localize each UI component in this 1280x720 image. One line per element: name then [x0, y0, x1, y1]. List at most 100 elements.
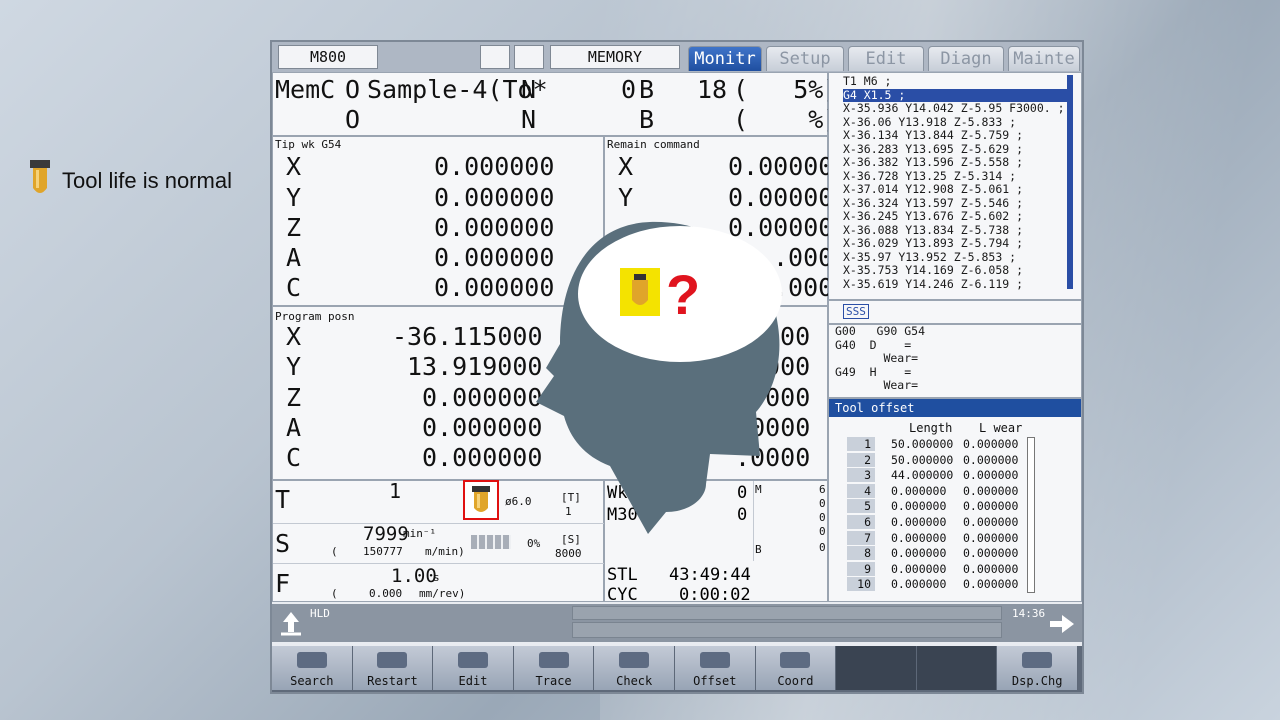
tab-monitor[interactable]: Monitr [688, 46, 762, 71]
nc-line[interactable]: X-36.029 Y13.893 Z-5.794 ; [843, 236, 1067, 251]
modal-panel: G00 G90 G54 G40 D = Wear= G49 H = Wear= [828, 324, 1082, 398]
tab-setup[interactable]: Setup [766, 46, 844, 71]
tab-mainte[interactable]: Mainte [1008, 46, 1080, 71]
nc-line[interactable]: X-36.382 Y13.596 Z-5.558 ; [843, 155, 1067, 170]
up-arrow-icon[interactable] [276, 608, 306, 638]
offset-row[interactable]: 7 0.000000 0.000000 [847, 530, 1023, 546]
program-axis-value: 0.000000 [422, 443, 543, 472]
nc-line[interactable]: X-36.088 Y13.834 Z-5.738 ; [843, 223, 1067, 238]
mem-label: MemC [275, 75, 336, 104]
offset-icon [699, 652, 730, 668]
thinking-head-overlay: ? [536, 221, 782, 534]
offset-wear: 0.000000 [963, 468, 1019, 483]
nc-line[interactable]: X-36.324 Y13.597 Z-5.546 ; [843, 196, 1067, 211]
remain-axis-label: X [618, 152, 634, 181]
pct-2: ( %) [733, 105, 839, 134]
spindle-unit: min⁻¹ [403, 527, 437, 540]
model-label: M800 [278, 45, 378, 69]
softkey-label: Edit [458, 674, 488, 688]
b-label-mid: B [755, 543, 762, 556]
softkey-trace[interactable]: Trace [513, 646, 595, 690]
blank-box-1 [480, 45, 510, 69]
s-label: S [275, 529, 291, 558]
cyc-value: 0:00:02 [679, 585, 751, 605]
offset-wear: 0.000000 [963, 437, 1019, 451]
nc-line[interactable]: X-36.245 Y13.676 Z-5.602 ; [843, 209, 1067, 224]
offset-row[interactable]: 6 0.000000 0.000000 [847, 515, 1023, 530]
offset-row[interactable]: 1 50.000000 0.000000 [847, 437, 1023, 452]
tip-axis-label: Y [286, 183, 302, 212]
feed-value: 1.00 [391, 565, 437, 587]
nc-line[interactable]: X-35.619 Y14.246 Z-6.119 ; [843, 277, 1067, 292]
softkey-label: Dsp.Chg [1011, 674, 1063, 688]
right-arrow-icon[interactable] [1048, 612, 1076, 636]
offset-row[interactable]: 5 0.000000 0.000000 [847, 499, 1023, 514]
top-bar: M800 MEMORY Monitr Setup Edit Diagn Main… [272, 42, 1082, 72]
offset-number: 7 [847, 530, 875, 545]
offset-row[interactable]: 8 0.000000 0.000000 [847, 546, 1023, 561]
nc-line[interactable]: T1 M6 ; [843, 74, 1067, 89]
offset-row[interactable]: 10 0.000000 0.000000 [847, 577, 1023, 592]
nc-line[interactable]: X-36.134 Y13.844 Z-5.759 ; [843, 128, 1067, 143]
softkey-empty[interactable] [836, 646, 917, 690]
tool-diameter: ø6.0 [505, 495, 532, 508]
tool-offset-title: Tool offset [835, 401, 915, 415]
nc-line[interactable]: X-36.06 Y13.918 Z-5.833 ; [843, 115, 1067, 130]
offset-wear: 0.000000 [963, 577, 1019, 592]
spindle-rpm: 7999 [363, 523, 409, 545]
softkey-coord[interactable]: Coord [755, 646, 837, 690]
b-label: B [639, 75, 655, 104]
modal-line: Wear= [835, 351, 919, 365]
question-mark: ? [666, 263, 700, 326]
tip-axis-value: 0.000000 [434, 183, 555, 212]
softkey-edit[interactable]: Edit [433, 646, 514, 690]
nc-line[interactable]: X-35.97 Y13.952 Z-5.853 ; [843, 250, 1067, 265]
softkey-label: Offset [693, 674, 737, 688]
offset-row[interactable]: 9 0.000000 0.000000 [847, 561, 1023, 577]
check-icon [619, 652, 650, 668]
offset-row[interactable]: 2 50.000000 0.000000 [847, 452, 1023, 468]
offset-scrollbar[interactable] [1027, 437, 1035, 593]
m-val-0: 6 [819, 483, 826, 496]
offset-row[interactable]: 3 44.000000 0.000000 [847, 468, 1023, 483]
nc-scrollbar[interactable] [1067, 75, 1073, 289]
offset-length: 0.000000 [891, 483, 947, 498]
offset-row[interactable]: 4 0.000000 0.000000 [847, 483, 1023, 499]
nc-line[interactable]: X-35.753 Y14.169 Z-6.058 ; [843, 263, 1067, 278]
tool-life-indicator [463, 480, 499, 520]
nc-line-current[interactable]: G4 X1.5 ; [843, 88, 1067, 102]
softkey-empty[interactable] [916, 646, 998, 690]
caption: Tool life is normal [28, 158, 232, 203]
offset-number: 2 [847, 452, 875, 467]
s-tag-value: 8000 [555, 547, 582, 560]
remain-title: Remain command [607, 138, 700, 151]
nc-line[interactable]: X-37.014 Y12.908 Z-5.061 ; [843, 182, 1067, 197]
b-value: 18 [697, 75, 728, 104]
remain-axis-label: Y [618, 183, 634, 212]
pct-1: ( 5%) [733, 75, 839, 104]
load-meter [471, 535, 511, 549]
tip-axis-label: C [286, 273, 302, 302]
softkey-offset[interactable]: Offset [675, 646, 756, 690]
nc-line[interactable]: X-35.936 Y14.042 Z-5.95 F3000. ; [843, 101, 1067, 116]
program-axis-value: 13.919000 [407, 352, 543, 381]
tab-diagn[interactable]: Diagn [928, 46, 1004, 71]
t-value: 1 [389, 479, 402, 503]
softkey-restart[interactable]: Restart [352, 646, 434, 690]
softkey-search[interactable]: Search [272, 646, 353, 690]
nc-program-view: T1 M6 ; G4 X1.5 ; X-35.936 Y14.042 Z-5.95 … [828, 72, 1082, 300]
softkey-label: Trace [535, 674, 572, 688]
softkey-dspchg[interactable]: Dsp.Chg [997, 646, 1078, 690]
nc-line[interactable]: X-36.728 Y13.25 Z-5.314 ; [843, 169, 1067, 184]
tip-axis-value: 0.000000 [434, 152, 555, 181]
f-label: F [275, 569, 291, 598]
nc-line[interactable]: X-36.283 Y13.695 Z-5.629 ; [843, 142, 1067, 157]
softkey-check[interactable]: Check [594, 646, 675, 690]
tab-edit[interactable]: Edit [848, 46, 924, 71]
m-val-3: 0 [819, 525, 826, 538]
feed-actual-unit: mm/rev) [419, 587, 466, 600]
n-value: 0 [621, 75, 637, 104]
offset-wear: 0.000000 [963, 483, 1019, 498]
offset-number: 3 [847, 468, 875, 483]
cnc-screen: M800 MEMORY Monitr Setup Edit Diagn Main… [270, 40, 1084, 694]
